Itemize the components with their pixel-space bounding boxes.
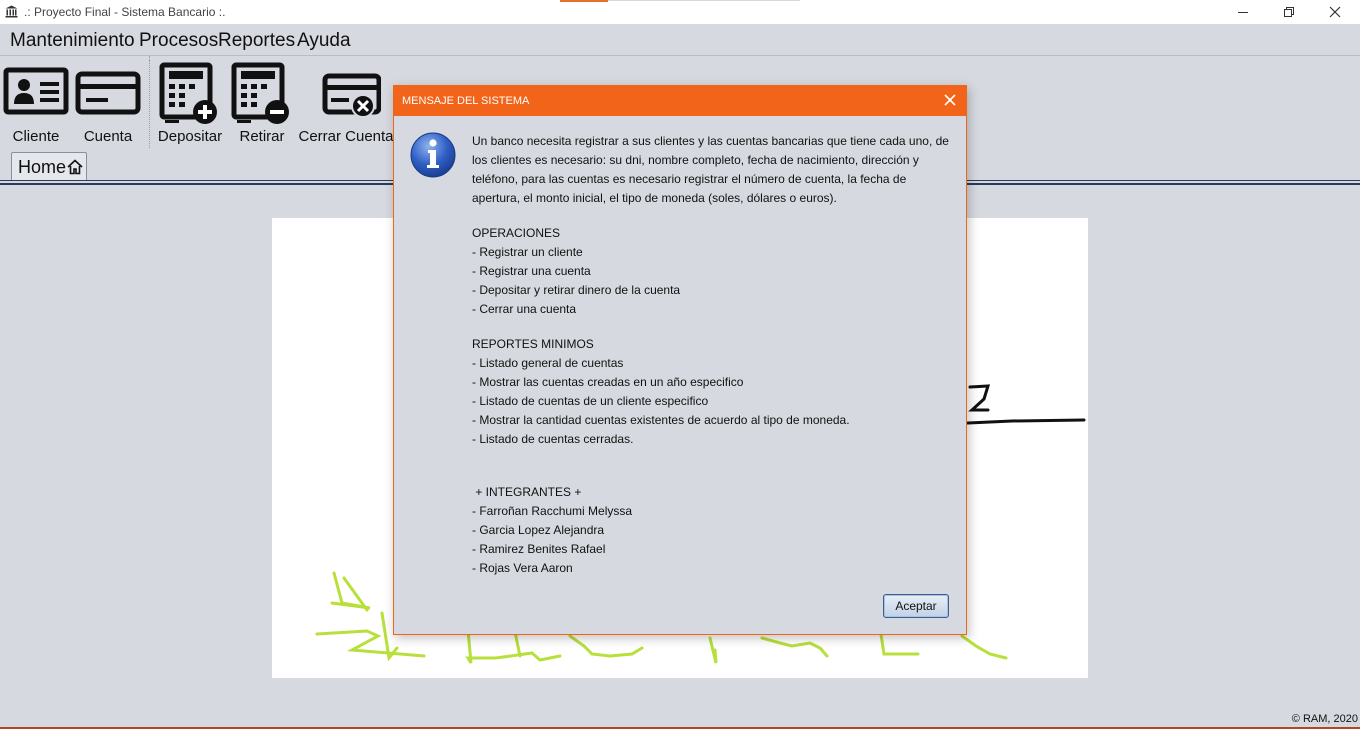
restore-icon [1284, 7, 1294, 17]
dialog-titlebar: MENSAJE DEL SISTEMA [394, 86, 966, 116]
operaciones-heading: OPERACIONES [472, 226, 561, 240]
copyright: © RAM, 2020 [1291, 713, 1358, 725]
reporte-item: - Listado de cuentas cerradas. [472, 432, 634, 446]
home-icon [67, 159, 83, 175]
reporte-item: - Mostrar la cantidad cuentas existentes… [472, 413, 850, 427]
operacion-item: - Depositar y retirar dinero de la cuent… [472, 283, 681, 297]
cliente-button[interactable]: Cliente [2, 56, 70, 148]
cliente-label: Cliente [12, 128, 60, 145]
window-titlebar: .: Proyecto Final - Sistema Bancario :. [0, 0, 1360, 24]
operacion-item: - Registrar un cliente [472, 245, 583, 259]
reporte-item: - Mostrar las cuentas creadas en un año … [472, 375, 744, 389]
integrante-item: - Ramirez Benites Rafael [472, 542, 606, 556]
retirar-label: Retirar [239, 128, 285, 145]
cerrar-cuenta-button[interactable]: Cerrar Cuenta [298, 56, 394, 148]
menu-bar: Mantenimiento Procesos Reportes Ayuda [0, 24, 1360, 56]
menu-ayuda[interactable]: Ayuda [297, 30, 351, 52]
menu-reportes[interactable]: Reportes [218, 30, 295, 52]
calculator-minus-icon [231, 62, 289, 124]
window-title: .: Proyecto Final - Sistema Bancario :. [24, 5, 226, 19]
title-accent [560, 0, 608, 2]
depositar-button[interactable]: Depositar [157, 56, 223, 148]
menu-mantenimiento[interactable]: Mantenimiento [10, 30, 135, 52]
reporte-item: - Listado de cuentas de un cliente espec… [472, 394, 709, 408]
title-divider [608, 0, 800, 1]
credit-card-icon [75, 71, 141, 115]
info-icon [410, 132, 456, 178]
dialog-intro: Un banco necesita registrar a sus client… [472, 134, 949, 205]
tab-home[interactable]: Home [11, 152, 87, 181]
integrante-item: - Garcia Lopez Alejandra [472, 523, 605, 537]
reporte-item: - Listado general de cuentas [472, 356, 624, 370]
tab-home-label: Home [18, 156, 67, 177]
cuenta-label: Cuenta [83, 128, 133, 145]
accept-button[interactable]: Aceptar [883, 594, 949, 618]
cerrar-cuenta-label: Cerrar Cuenta [298, 128, 394, 145]
id-card-icon [3, 67, 69, 115]
menu-procesos[interactable]: Procesos [139, 30, 218, 52]
integrante-item: - Farroñan Racchumi Melyssa [472, 504, 633, 518]
bank-icon [5, 5, 18, 18]
integrantes-heading: + INTEGRANTES + [472, 485, 582, 499]
calculator-plus-icon [159, 62, 217, 124]
card-remove-icon [322, 73, 381, 118]
depositar-label: Depositar [157, 128, 223, 145]
system-message-dialog: MENSAJE DEL SISTEMA Un banco necesita re… [393, 85, 967, 635]
close-icon[interactable] [942, 92, 958, 108]
integrante-item: - Rojas Vera Aaron [472, 561, 573, 575]
minimize-button[interactable] [1220, 0, 1266, 24]
dialog-title: MENSAJE DEL SISTEMA [402, 95, 530, 107]
toolbar-separator-line [149, 60, 151, 148]
cuenta-button[interactable]: Cuenta [73, 56, 143, 148]
minimize-icon [1238, 12, 1248, 13]
reportes-heading: REPORTES MINIMOS [472, 337, 594, 351]
close-button[interactable] [1312, 0, 1358, 24]
operacion-item: - Cerrar una cuenta [472, 302, 577, 316]
restore-button[interactable] [1266, 0, 1312, 24]
close-icon [1329, 6, 1341, 18]
retirar-button[interactable]: Retirar [229, 56, 295, 148]
operacion-item: - Registrar una cuenta [472, 264, 591, 278]
dialog-message: Un banco necesita registrar a sus client… [472, 132, 957, 578]
